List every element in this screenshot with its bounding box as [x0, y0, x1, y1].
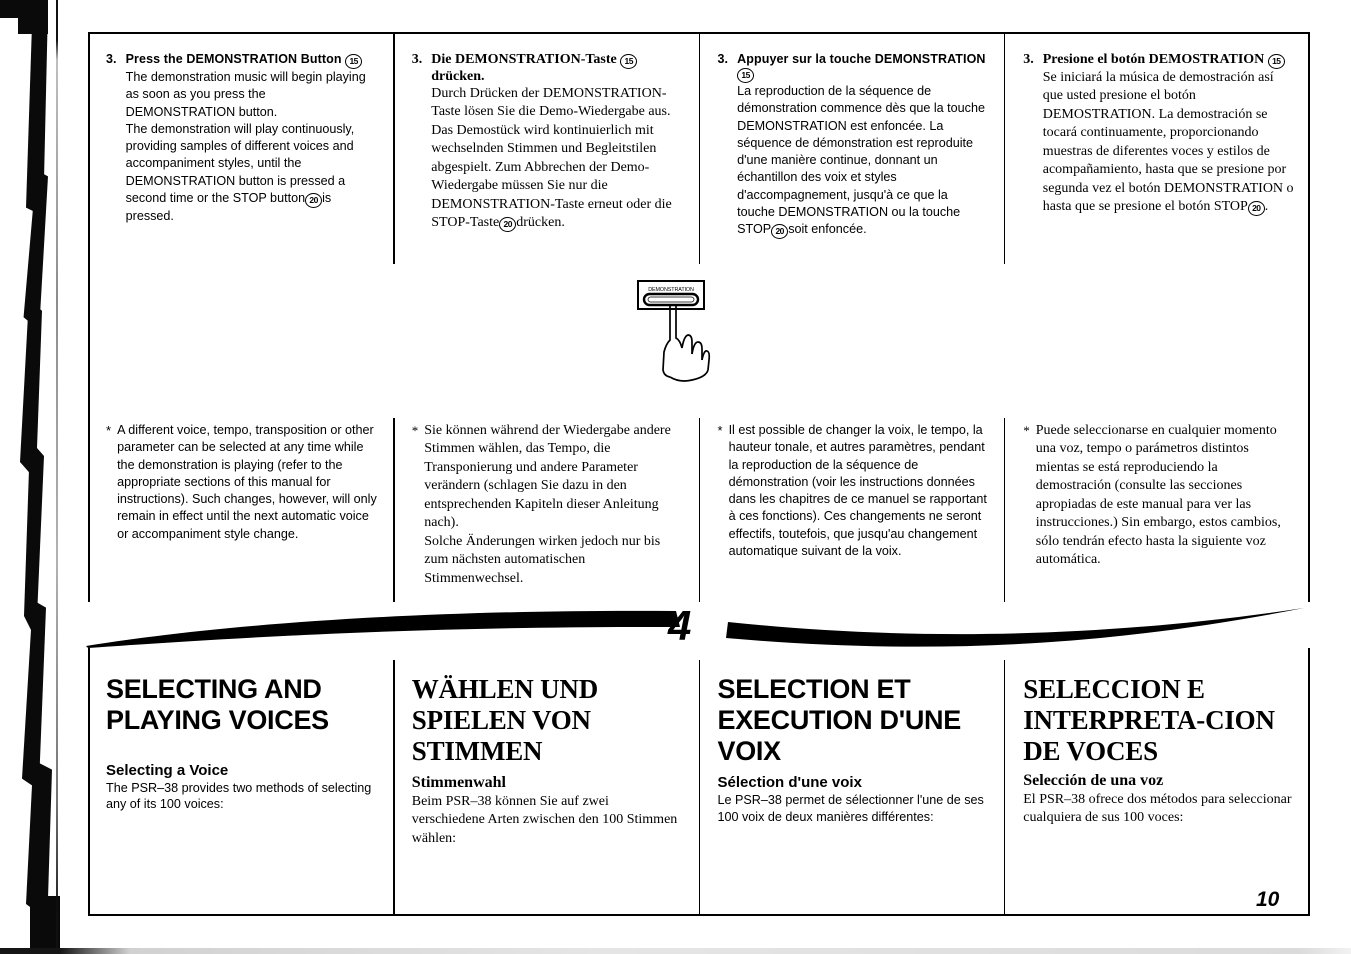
circled-number-15-icon: 15 — [737, 68, 755, 83]
section-column-fr: SELECTION ET EXECUTION D'UNE VOIX Sélect… — [698, 660, 1005, 916]
step-number: 3. — [1023, 52, 1034, 67]
note-asterisk: * — [411, 423, 419, 438]
section-title: SELECTING AND PLAYING VOICES — [106, 674, 329, 735]
note-asterisk: * — [717, 423, 723, 438]
step-heading-text: Die DEMONSTRATION-Taste — [431, 52, 617, 67]
step-heading: Presione el botón DEMOSTRATION 15 — [1043, 52, 1294, 69]
step-heading-text: Presione el botón DEMOSTRATION — [1042, 52, 1265, 67]
step-heading-text-2: drücken. — [431, 69, 485, 84]
scan-edge-line — [56, 0, 58, 954]
step-number: 3. — [717, 52, 729, 66]
circled-number-15-icon: 15 — [1267, 54, 1285, 69]
step-heading: Appuyer sur la touche DEMONSTRATION 15 — [737, 52, 988, 83]
step-body-part-3: soit enfoncée. — [788, 222, 867, 236]
note-text: Sie können während der Wiedergabe andere… — [424, 423, 671, 586]
section-column-es: SELECCION E INTERPRETA-CION DE VOCES Sel… — [1004, 660, 1310, 916]
column-divider — [1004, 34, 1005, 264]
note-item: * Puede seleccionarse en cualquier momen… — [1023, 422, 1294, 570]
section-columns: SELECTING AND PLAYING VOICES Selecting a… — [88, 660, 1310, 916]
note-text: Il est possible de changer la voix, le t… — [728, 423, 987, 558]
step-heading: Die DEMONSTRATION-Taste 15 drücken. — [431, 52, 682, 85]
section-subtitle: Sélection d'une voix — [717, 774, 862, 792]
step-heading-text: Appuyer sur la touche DEMONSTRATION — [737, 52, 986, 66]
step-item: 3. Press the DEMONSTRATION Button 15 The… — [106, 52, 377, 225]
step-column-es: 3. Presione el botón DEMOSTRATION 15 Se … — [1004, 34, 1310, 264]
step-body-part-1: La reproduction de la séquence de démons… — [737, 84, 985, 236]
scan-bottom-edge — [0, 948, 1351, 954]
note-column-fr: * Il est possible de changer la voix, le… — [698, 418, 1005, 602]
section-subtitle: Selección de una voz — [1023, 772, 1164, 790]
column-divider — [699, 34, 700, 264]
section-column-de: WÄHLEN UND SPIELEN VON STIMMEN Stimmenwa… — [392, 660, 699, 916]
page-number: 10 — [1256, 888, 1280, 911]
scan-gutter-shadow — [0, 0, 62, 954]
step-body-part-1: Se iniciará la música de demostración as… — [1042, 70, 1294, 215]
section-title: SELECTION ET EXECUTION D'UNE VOIX — [717, 674, 962, 766]
section-title: WÄHLEN UND SPIELEN VON STIMMEN — [411, 674, 599, 766]
step-body-part-3: drücken. — [516, 215, 565, 231]
section-body: Le PSR–38 permet de sélectionner l'une d… — [717, 793, 984, 825]
step-item: 3. Appuyer sur la touche DEMONSTRATION 1… — [718, 52, 989, 239]
step-column-en: 3. Press the DEMONSTRATION Button 15 The… — [88, 34, 393, 264]
step-body-part-1: The demonstration music will begin playi… — [125, 70, 366, 119]
section-title: SELECCION E INTERPRETA-CION DE VOCES — [1023, 674, 1275, 766]
step-body-part-3: . — [1264, 199, 1269, 215]
step-column-fr: 3. Appuyer sur la touche DEMONSTRATION 1… — [698, 34, 1005, 264]
circled-number-20-icon: 20 — [499, 217, 517, 233]
circled-number-15-icon: 15 — [620, 54, 638, 69]
step-body-part-2: The demonstration will play continuously… — [125, 121, 355, 205]
note-item: * Il est possible de changer la voix, le… — [718, 422, 989, 560]
section-column-en: SELECTING AND PLAYING VOICES Selecting a… — [88, 660, 393, 916]
note-text: Puede seleccionarse en cualquier momento… — [1035, 423, 1281, 568]
step-body-text: La reproduction de la séquence de démons… — [737, 83, 988, 239]
section-body: Beim PSR–38 können Sie auf zwei verschie… — [411, 794, 678, 846]
section-subtitle: Stimmenwahl — [411, 774, 506, 792]
step-number: 3. — [411, 52, 423, 67]
section-subtitle: Selecting a Voice — [106, 761, 229, 779]
step-body-text: Durch Drücken der DEMONSTRATION-Taste lö… — [431, 85, 682, 233]
section-body: The PSR–38 provides two methods of selec… — [106, 780, 372, 812]
circled-number-15-icon: 15 — [345, 54, 363, 69]
circled-number-20-icon: 20 — [1247, 201, 1265, 217]
note-columns: * A different voice, tempo, transpositio… — [88, 418, 1310, 602]
section-body: El PSR–38 ofrece dos métodos para selecc… — [1023, 792, 1292, 826]
note-item: * Sie können während der Wiedergabe ande… — [412, 422, 683, 588]
note-asterisk: * — [1023, 423, 1030, 438]
step-heading-text: Press the DEMONSTRATION Button — [125, 52, 342, 66]
step-body-part-1: Durch Drücken der DEMONSTRATION-Taste lö… — [431, 86, 671, 120]
step-item: 3. Die DEMONSTRATION-Taste 15 drücken. D… — [412, 52, 683, 233]
column-divider — [394, 34, 395, 264]
step-item: 3. Presione el botón DEMOSTRATION 15 Se … — [1023, 52, 1294, 217]
step-body-text: Se iniciará la música de demostración as… — [1043, 69, 1294, 217]
note-asterisk: * — [106, 423, 112, 438]
note-column-en: * A different voice, tempo, transpositio… — [88, 418, 393, 602]
note-column-es: * Puede seleccionarse en cualquier momen… — [1004, 418, 1310, 602]
note-text: A different voice, tempo, transposition … — [117, 423, 377, 541]
demonstration-button-illustration: DEMONSTRATION — [620, 278, 740, 388]
chapter-banner — [80, 596, 1310, 658]
step-body-text: The demonstration music will begin playi… — [126, 69, 377, 225]
step-heading: Press the DEMONSTRATION Button 15 — [126, 52, 377, 69]
circled-number-20-icon: 20 — [771, 224, 789, 239]
step-column-de: 3. Die DEMONSTRATION-Taste 15 drücken. D… — [392, 34, 699, 264]
chapter-number: 4 — [668, 602, 691, 649]
note-item: * A different voice, tempo, transpositio… — [106, 422, 377, 543]
step-number: 3. — [106, 52, 117, 66]
illustration-button-label: DEMONSTRATION — [648, 287, 694, 293]
circled-number-20-icon: 20 — [305, 192, 323, 208]
note-column-de: * Sie können während der Wiedergabe ande… — [392, 418, 699, 602]
